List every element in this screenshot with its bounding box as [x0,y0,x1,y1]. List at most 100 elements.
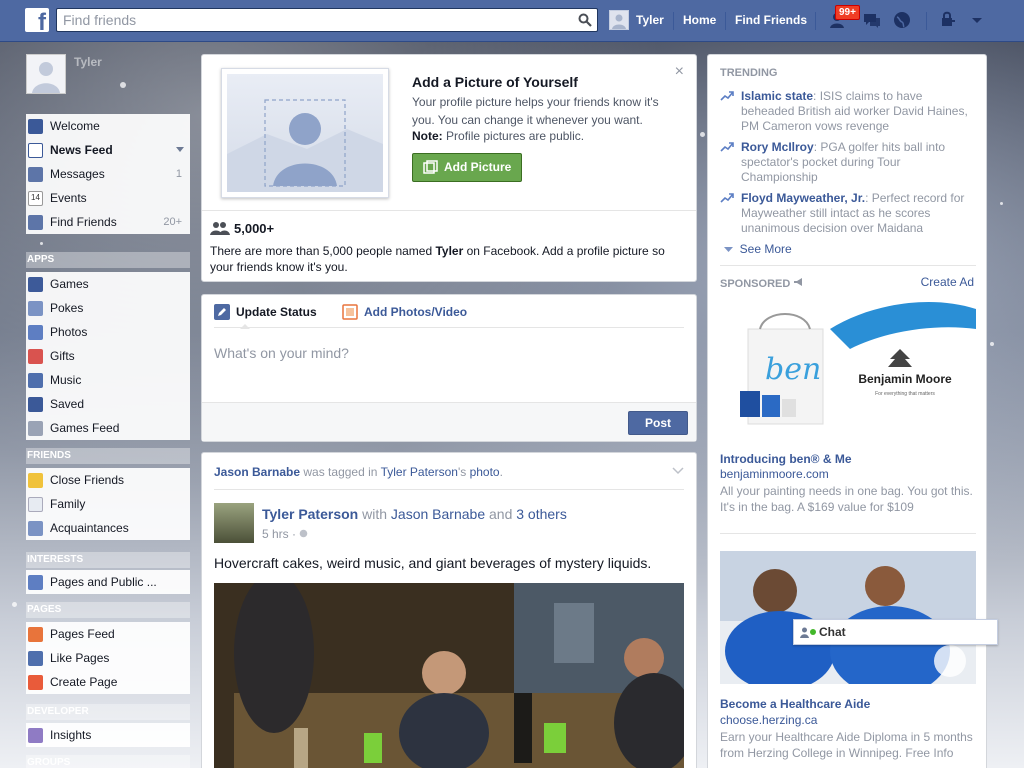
pokes-icon [28,301,43,316]
privacy-globe-icon[interactable] [299,529,308,538]
search-icon[interactable] [578,13,592,27]
profile-picture[interactable] [26,54,66,94]
trending-item[interactable]: Rory McIlroy: PGA golfer hits ball into … [720,140,976,185]
nav-find-friends-link[interactable]: Find Friends [735,13,807,27]
trending-arrow-icon [720,193,734,203]
facebook-logo[interactable]: f [25,8,49,35]
photo-link[interactable]: photo [470,465,500,479]
friends-heading[interactable]: FRIENDS [26,448,190,464]
messages-icon[interactable] [861,9,883,31]
left-nav-interests: Pages and Public ... [26,570,190,594]
ad-title[interactable]: Become a Healthcare Aide [720,697,870,711]
see-more-link[interactable]: See More [724,242,792,256]
interests-heading[interactable]: INTERESTS [26,552,190,568]
news-feed-options-chevron-icon[interactable] [176,147,184,153]
tab-add-photos-video[interactable]: Add Photos/Video [364,305,467,319]
people-count: 5,000+ [234,221,275,236]
sidebar-item-family[interactable]: Family [26,492,190,516]
story-timestamp[interactable]: 5 hrs · [262,527,308,541]
left-nav-main: Welcome News Feed Messages 1 14 Events F… [26,114,190,234]
trending-item[interactable]: Islamic state: ISIS claims to have behea… [720,89,976,134]
insights-chart-icon [28,728,43,743]
sidebar-item-music[interactable]: Music [26,368,190,392]
pages-heading[interactable]: PAGES [26,602,190,618]
notifications-globe-icon[interactable] [891,9,913,31]
games-icon [28,277,43,292]
story-photo[interactable] [214,583,684,768]
sidebar-item-insights[interactable]: Insights [26,723,190,747]
sidebar-item-games-feed[interactable]: Games Feed [26,416,190,440]
left-nav-pages: Pages Feed Like Pages Create Page [26,622,190,694]
find-friends-count: 20+ [163,216,182,228]
account-menu-chevron-icon[interactable] [966,9,988,31]
sidebar-item-games[interactable]: Games [26,272,190,296]
post-button[interactable]: Post [628,411,688,435]
chat-person-icon [800,627,809,638]
sidebar-item-acquaintances[interactable]: Acquaintances [26,516,190,540]
profile-placeholder-frame [221,68,389,198]
search-input[interactable] [63,11,573,29]
news-feed-icon [28,143,43,158]
nav-avatar[interactable] [609,10,629,30]
sidebar-item-gifts[interactable]: Gifts [26,344,190,368]
author-link[interactable]: Tyler Paterson [262,506,358,522]
prompt-description: Your profile picture helps your friends … [412,95,659,127]
rss-feed-icon [28,575,43,590]
others-link[interactable]: 3 others [516,506,567,522]
nav-profile-link[interactable]: Tyler [636,13,664,27]
messages-count: 1 [175,168,182,180]
ad-url[interactable]: benjaminmoore.com [720,467,829,481]
people-icon [210,222,230,235]
calendar-icon: 14 [28,191,43,206]
create-page-icon [28,675,43,690]
sponsored-heading: SPONSORED [720,277,805,290]
ad-url[interactable]: choose.herzing.ca [720,713,817,727]
ad-script-text: ben [765,352,821,387]
top-bar: f Tyler Home Find Friends 99+ [0,0,1024,42]
owner-link[interactable]: Tyler Paterson [381,465,458,479]
thumbs-up-icon [28,651,43,666]
search-box[interactable] [56,8,598,32]
profile-silhouette-icon [227,99,383,192]
chat-tab[interactable]: Chat [793,619,998,645]
ad-image-benjamin-moore[interactable]: ben Benjamin Moore For everything that m… [720,299,976,449]
prompt-title: Add a Picture of Yourself [412,74,578,90]
sidebar-item-like-pages[interactable]: Like Pages [26,646,190,670]
ad-title[interactable]: Introducing ben® & Me [720,452,852,466]
nav-home-link[interactable]: Home [683,13,716,27]
story-options-chevron-icon[interactable] [672,467,684,475]
profile-name[interactable]: Tyler [74,55,102,69]
tagger-link[interactable]: Jason Barnabe [214,465,300,479]
apps-heading[interactable]: APPS [26,252,190,268]
sidebar-item-pages-feed[interactable]: Pages Feed [26,622,190,646]
author-avatar[interactable] [214,503,254,543]
sidebar-item-welcome[interactable]: Welcome [26,114,190,138]
prompt-footer: There are more than 5,000 people named T… [210,244,665,274]
sidebar-item-pages-and-public[interactable]: Pages and Public ... [26,570,190,594]
saved-bookmark-icon [28,397,43,412]
tab-update-status[interactable]: Update Status [236,305,317,319]
sidebar-item-create-page[interactable]: Create Page [26,670,190,694]
acquaintances-icon [28,521,43,536]
close-icon[interactable]: × [675,64,684,80]
trending-item[interactable]: Floyd Mayweather, Jr.: Perfect record fo… [720,191,976,236]
add-picture-button[interactable]: Add Picture [412,153,522,182]
privacy-shortcuts-icon[interactable] [938,9,960,31]
groups-heading[interactable]: GROUPS [26,755,190,768]
trending-arrow-icon [720,142,734,152]
status-input[interactable] [214,341,684,365]
developer-heading[interactable]: DEVELOPER [26,704,190,720]
left-nav-friends: Close Friends Family Acquaintances [26,468,190,540]
create-ad-link[interactable]: Create Ad [921,275,974,289]
with-friend-link[interactable]: Jason Barnabe [391,506,485,522]
sidebar-item-events[interactable]: 14 Events [26,186,190,210]
sidebar-item-find-friends[interactable]: Find Friends 20+ [26,210,190,234]
sidebar-item-messages[interactable]: Messages 1 [26,162,190,186]
sidebar-item-saved[interactable]: Saved [26,392,190,416]
sidebar-item-pokes[interactable]: Pokes [26,296,190,320]
ad-image-healthcare[interactable] [720,551,976,684]
sidebar-item-photos[interactable]: Photos [26,320,190,344]
sidebar-item-news-feed[interactable]: News Feed [26,138,190,162]
sidebar-item-close-friends[interactable]: Close Friends [26,468,190,492]
ad-tagline-text: For everything that matters [875,391,935,397]
